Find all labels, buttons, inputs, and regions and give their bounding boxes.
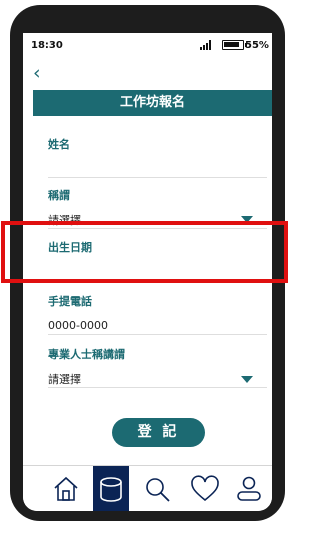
back-button[interactable]: ‹ [33, 64, 41, 83]
user-icon [237, 476, 261, 501]
tab-search[interactable] [139, 466, 175, 511]
search-icon [146, 478, 170, 502]
highlight-annotation [1, 221, 288, 283]
phone-field-underline [48, 334, 267, 335]
name-field[interactable] [48, 151, 267, 177]
submit-button[interactable]: 登 記 [112, 418, 205, 447]
phone-label: 手提電話 [48, 295, 92, 308]
salutation-label: 稱謂 [48, 189, 70, 202]
page-title: 工作坊報名 [33, 90, 272, 116]
professional-title-value: 請選擇 [48, 373, 81, 386]
phone-value: 0000-0000 [48, 319, 108, 332]
database-icon [100, 477, 122, 502]
status-time: 18:30 [31, 40, 63, 51]
professional-title-underline [48, 387, 267, 388]
heart-icon [191, 475, 219, 502]
tab-database[interactable] [93, 466, 129, 511]
battery-icon [222, 40, 247, 50]
tab-profile[interactable] [231, 466, 267, 511]
status-bar: 18:30 55% [23, 33, 272, 53]
chevron-down-icon[interactable] [241, 376, 253, 383]
battery-percent: 55% [245, 40, 269, 51]
tab-bar [23, 465, 272, 511]
home-icon [54, 476, 78, 501]
name-label: 姓名 [48, 138, 70, 151]
professional-title-label: 專業人士稱講謂 [48, 348, 125, 361]
name-field-underline [48, 177, 267, 178]
signal-icon [200, 40, 211, 50]
tab-home[interactable] [48, 466, 84, 511]
tab-favorites[interactable] [186, 466, 222, 511]
